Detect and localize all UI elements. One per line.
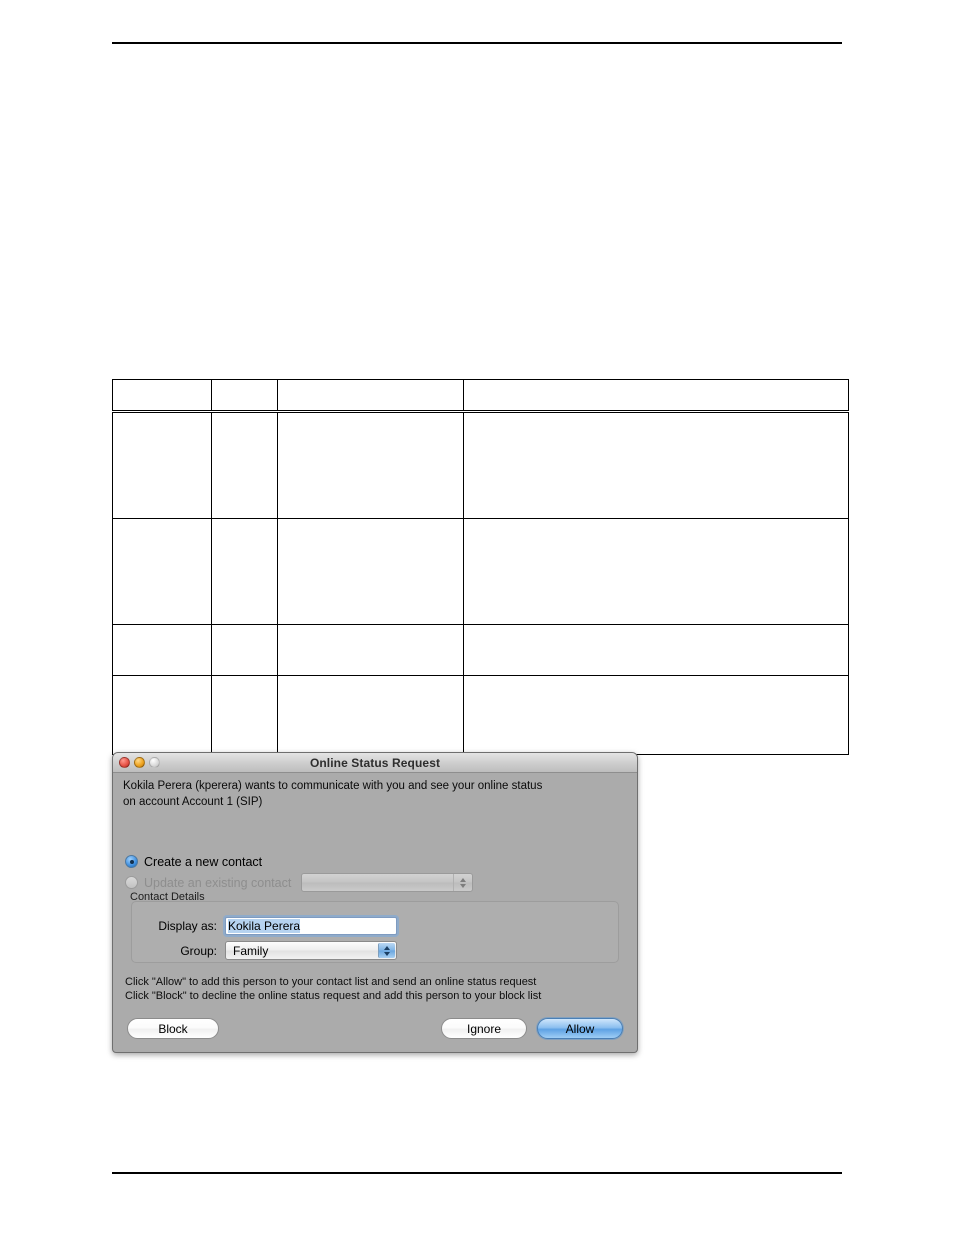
stepper-arrows-icon [453,874,471,891]
table-cell [112,624,212,676]
table-cell [211,411,278,519]
table-cell [463,624,849,676]
table-cell [211,518,278,625]
dialog-hint-line2: Click "Block" to decline the online stat… [125,990,542,1002]
chevron-up-icon [459,877,466,882]
zoom-icon [149,757,160,768]
radio-update-existing-contact-label: Update an existing contact [144,875,292,890]
table-header-cell [277,379,464,413]
window-controls [119,757,160,768]
dialog-message-line1: Kokila Perera (kperera) wants to communi… [123,780,543,792]
table-cell [463,411,849,519]
chevron-down-icon [459,883,466,888]
allow-button[interactable]: Allow [537,1018,623,1039]
chevron-down-icon [384,951,390,956]
existing-contact-select [301,873,474,892]
table-cell [211,675,278,755]
table-cell [112,675,212,755]
table-cell [277,411,464,519]
contact-action-radio-group: Create a new contact Update an existing … [125,852,637,892]
table-row [112,675,849,755]
display-as-input[interactable]: Kokila Perera [225,917,397,935]
dialog-hint-line1: Click "Allow" to add this person to your… [125,976,537,988]
table-row [112,411,849,519]
radio-create-new-contact-label: Create a new contact [144,854,263,869]
stepper-arrows-icon[interactable] [378,943,395,958]
table-header-cell [463,379,849,413]
dialog-message-line2: on account Account 1 (SIP) [123,796,263,808]
dialog-titlebar[interactable]: Online Status Request [113,753,637,773]
display-as-value: Kokila Perera [228,919,301,933]
radio-unselected-icon [125,876,138,889]
dialog-title: Online Status Request [309,755,441,770]
table-row [112,624,849,676]
group-select[interactable]: Family [225,941,397,960]
radio-create-new-contact[interactable]: Create a new contact [125,852,637,871]
radio-update-existing-contact: Update an existing contact [125,873,637,892]
display-as-label: Display as: [158,919,217,933]
table-cell [463,518,849,625]
table-cell [277,675,464,755]
online-status-request-dialog: Online Status Request Kokila Perera (kpe… [112,752,638,1053]
close-icon[interactable] [119,757,130,768]
group-select-value: Family [233,943,269,958]
group-label: Group: [180,943,217,958]
table-cell [277,624,464,676]
table-row [112,518,849,625]
group-row: Group: Family [137,941,397,960]
table-header-row [112,379,849,413]
table-cell [211,624,278,676]
chevron-up-icon [384,945,390,950]
document-table [112,379,849,755]
radio-selected-icon[interactable] [125,855,138,868]
table-cell [112,411,212,519]
display-as-row: Display as: Kokila Perera [137,917,397,935]
block-button[interactable]: Block [127,1018,219,1039]
table-header-cell [112,379,212,413]
dialog-message: Kokila Perera (kperera) wants to communi… [123,778,627,810]
table-header-cell [211,379,278,413]
table-cell [112,518,212,625]
ignore-button[interactable]: Ignore [441,1018,527,1039]
minimize-icon[interactable] [134,757,145,768]
table-cell [463,675,849,755]
dialog-hint-text: Click "Allow" to add this person to your… [125,975,541,1003]
page-header-rule [112,42,842,44]
table-cell [277,518,464,625]
page-footer-rule [112,1172,842,1174]
